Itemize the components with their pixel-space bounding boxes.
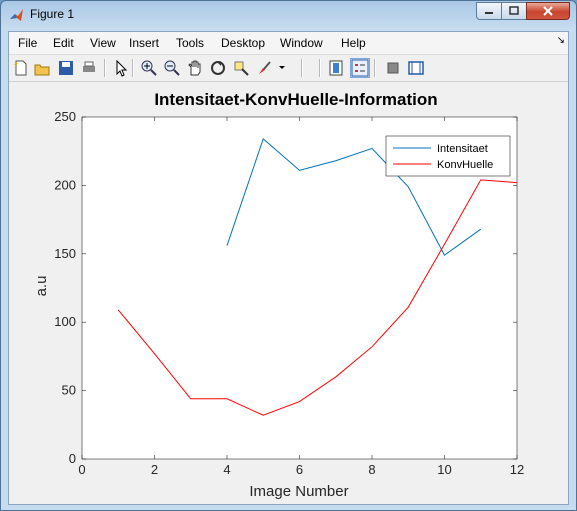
colorbar-tool-button[interactable]: [327, 59, 345, 77]
x-tick-label: 10: [437, 462, 451, 477]
menu-desktop[interactable]: Desktop: [221, 36, 265, 50]
hide-plot-tools-tool-button[interactable]: [384, 59, 402, 77]
zoom-in-icon: [141, 60, 157, 76]
toolbar-separator: [104, 59, 106, 77]
chart: Intensitaet-KonvHuelle-Information a.u I…: [33, 90, 524, 500]
x-tick-label: 6: [296, 462, 303, 477]
pointer-icon: [116, 59, 128, 77]
x-tick-label: 0: [78, 462, 85, 477]
x-tick-label: 12: [510, 462, 524, 477]
zoom-in-tool-button[interactable]: [140, 59, 158, 77]
brush-tool-button[interactable]: [255, 59, 273, 77]
x-tick-label: 8: [368, 462, 375, 477]
menu-help[interactable]: Help: [341, 36, 366, 50]
y-tick-label: 200: [54, 177, 76, 192]
legend-label-intensitaet: Intensitaet: [437, 143, 488, 155]
legend-icon: [351, 59, 369, 77]
minimize-button[interactable]: [476, 2, 502, 20]
rotate-3d-icon: [211, 61, 225, 75]
y-tick-label: 250: [54, 109, 76, 124]
print-icon: [83, 61, 95, 72]
y-tick-label: 100: [54, 314, 76, 329]
title-bar[interactable]: Figure 1: [1, 1, 576, 31]
menu-edit[interactable]: Edit: [53, 36, 74, 50]
close-button[interactable]: [526, 2, 570, 20]
y-tick-label: 0: [69, 451, 76, 466]
pointer-tool-button[interactable]: [112, 59, 130, 77]
minimize-icon: [485, 12, 493, 14]
maximize-icon: [509, 6, 519, 15]
legend-label-konvhuelle: KonvHuelle: [437, 159, 493, 171]
print-tool-button[interactable]: [80, 59, 98, 77]
new-figure-icon: [14, 60, 27, 76]
zoom-out-tool-button[interactable]: [163, 59, 181, 77]
show-plot-tools-icon: [408, 61, 424, 75]
pan-icon: [188, 60, 201, 76]
hide-plot-tools-icon: [387, 62, 399, 74]
menu-file[interactable]: File: [18, 36, 37, 50]
figure-client-area: ↘ File Edit View Insert Tools Desktop Window He…: [8, 31, 569, 505]
menu-tools[interactable]: Tools: [176, 36, 204, 50]
figure-window: Figure 1 ↘ File Edit View Insert Tools Deskto…: [0, 0, 577, 511]
maximize-button[interactable]: [501, 2, 527, 20]
figure-toolbar: [9, 54, 568, 82]
dock-arrow-icon[interactable]: ↘: [557, 35, 565, 46]
menu-insert[interactable]: Insert: [129, 36, 159, 50]
menu-view[interactable]: View: [90, 36, 116, 50]
toolbar-separator: [374, 59, 376, 77]
window-title: Figure 1: [30, 7, 75, 21]
toolbar-separator: [319, 59, 321, 77]
zoom-out-icon: [164, 60, 180, 76]
show-plot-tools-tool-button[interactable]: [407, 59, 425, 77]
link-plot-tool-button[interactable]: [278, 59, 286, 77]
y-tick-label: 50: [62, 383, 76, 398]
brush-icon: [259, 61, 271, 74]
menu-bar: ↘ File Edit View Insert Tools Desktop Window He…: [9, 32, 568, 54]
colorbar-icon: [329, 60, 343, 76]
x-tick-label: 4: [223, 462, 230, 477]
figure-canvas: Intensitaet-KonvHuelle-Information a.u I…: [9, 82, 568, 504]
open-file-icon: [34, 64, 50, 76]
open-file-tool-button[interactable]: [33, 59, 51, 77]
x-tick-label: 2: [151, 462, 158, 477]
link-plot-icon: [279, 66, 285, 69]
data-cursor-tool-button[interactable]: [232, 59, 250, 77]
x-axis-label: Image Number: [249, 483, 348, 500]
save-icon: [59, 61, 73, 75]
chart-title: Intensitaet-KonvHuelle-Information: [154, 90, 437, 109]
matlab-logo-icon: [10, 9, 23, 21]
y-tick-label: 150: [54, 246, 76, 261]
legend-tool-button[interactable]: [350, 58, 370, 78]
rotate-3d-tool-button[interactable]: [209, 59, 227, 77]
save-tool-button[interactable]: [57, 59, 75, 77]
pan-tool-button[interactable]: [186, 59, 204, 77]
data-cursor-icon: [234, 61, 249, 76]
toolbar-separator: [132, 59, 134, 77]
y-axis-label: a.u: [33, 276, 50, 297]
new-figure-tool-button[interactable]: [12, 59, 30, 77]
close-icon: [543, 6, 553, 16]
toolbar-separator: [301, 59, 303, 77]
menu-window[interactable]: Window: [280, 36, 323, 50]
